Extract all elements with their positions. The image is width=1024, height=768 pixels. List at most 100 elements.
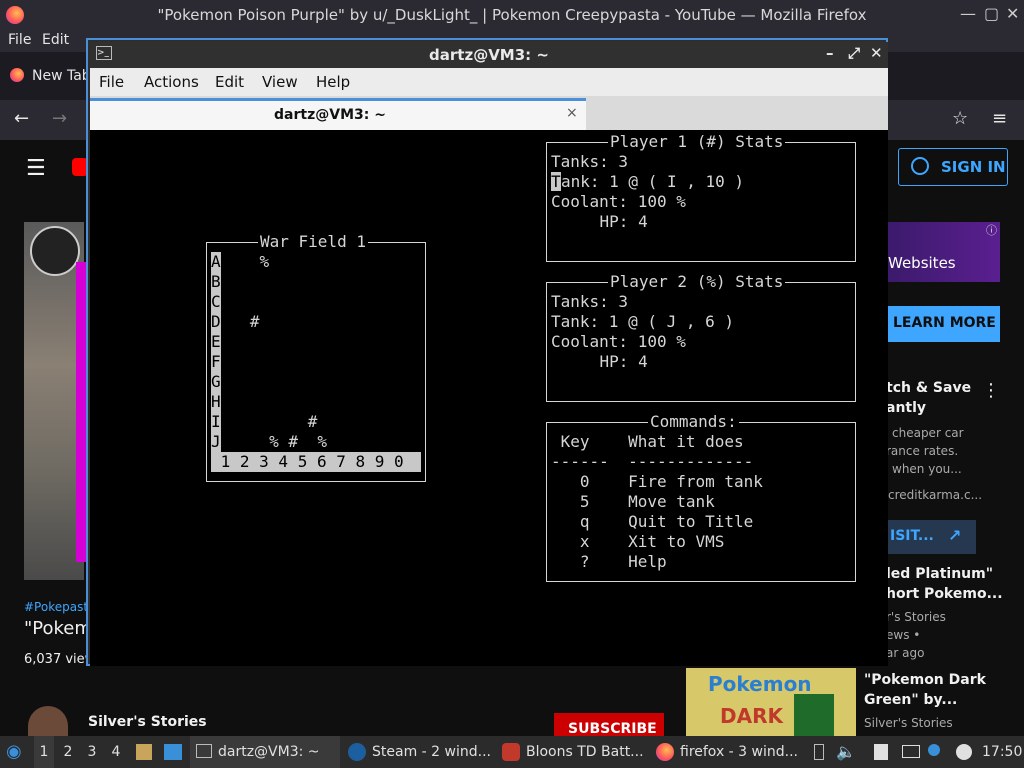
sign-in-button[interactable]: SIGN IN bbox=[898, 148, 1008, 186]
workspace-2[interactable]: 2 bbox=[58, 736, 78, 768]
terminal-menu-edit[interactable]: Edit bbox=[215, 73, 244, 91]
volume-icon[interactable]: 🔈 bbox=[836, 736, 856, 768]
terminal-menu-view[interactable]: View bbox=[262, 73, 298, 91]
workspace-1[interactable]: 1 bbox=[34, 736, 54, 768]
rec2-channel: Silver's Stories bbox=[864, 716, 953, 730]
learn-more-label: LEARN MORE bbox=[893, 315, 996, 331]
war-field-row-label: G bbox=[211, 372, 221, 391]
player2-stats-title: Player 2 (%) Stats bbox=[608, 272, 786, 291]
player1-coolant: Coolant: 100 % bbox=[551, 192, 686, 211]
menu-file[interactable]: File bbox=[8, 32, 31, 48]
player1-hp: HP: 4 bbox=[561, 212, 648, 231]
file-manager-icon[interactable] bbox=[136, 744, 152, 760]
back-icon[interactable]: ← bbox=[14, 108, 29, 129]
workspace-3[interactable]: 3 bbox=[82, 736, 102, 768]
terminal-tab[interactable]: dartz@VM3: ~ × bbox=[90, 98, 586, 130]
steam-icon bbox=[348, 743, 366, 761]
video-hashtag[interactable]: #Pokepasta bbox=[24, 600, 95, 614]
channel-watermark-icon bbox=[30, 226, 80, 276]
thumb-cartridge-image bbox=[794, 694, 834, 736]
war-field-row-label: E bbox=[211, 332, 221, 351]
war-field-column-labels: 1 2 3 4 5 6 7 8 9 0 bbox=[211, 452, 404, 471]
bookmark-star-icon[interactable]: ☆ bbox=[952, 108, 968, 129]
rec1-age: ar ago bbox=[886, 646, 925, 660]
command-item: ? Help bbox=[551, 552, 667, 571]
clock[interactable]: 17:50 bbox=[982, 736, 1022, 768]
player1-tank: ank: 1 @ ( I , 10 ) bbox=[561, 172, 745, 191]
account-icon bbox=[911, 157, 929, 175]
sign-in-label: SIGN IN bbox=[941, 158, 1006, 176]
rec2-title-line1[interactable]: "Pokemon Dark bbox=[864, 672, 986, 688]
display-icon[interactable] bbox=[902, 745, 920, 758]
ad-title-line1: tch & Save bbox=[886, 380, 972, 396]
command-item: 5 Move tank bbox=[551, 492, 715, 511]
terminal-menu-help[interactable]: Help bbox=[316, 73, 350, 91]
external-link-icon: ↗ bbox=[948, 526, 962, 545]
menu-edit[interactable]: Edit bbox=[42, 32, 69, 48]
commands-title: Commands: bbox=[648, 412, 739, 431]
war-field-row-label: I bbox=[211, 412, 221, 431]
task-steam[interactable]: Steam - 2 wind... bbox=[344, 736, 494, 768]
workspace-4[interactable]: 4 bbox=[106, 736, 126, 768]
war-field-row-content: % bbox=[221, 252, 270, 271]
battery-icon[interactable] bbox=[814, 744, 824, 760]
task-steam-label: Steam - 2 wind... bbox=[372, 744, 491, 760]
task-firefox[interactable]: firefox - 3 wind... bbox=[652, 736, 802, 768]
terminal-screen[interactable]: War Field 1 A B C D E F G H I J % # # % … bbox=[90, 130, 888, 666]
rec1-title-line2[interactable]: hort Pokemo... bbox=[886, 586, 1003, 602]
task-terminal[interactable]: dartz@VM3: ~ bbox=[190, 736, 340, 768]
terminal-menu-actions[interactable]: Actions bbox=[144, 73, 199, 91]
terminal-close-icon[interactable]: ✕ bbox=[870, 44, 883, 62]
rec2-thumbnail[interactable]: Pokemon DARK bbox=[686, 668, 856, 738]
show-desktop-icon[interactable] bbox=[164, 744, 182, 760]
guide-menu-icon[interactable]: ☰ bbox=[26, 156, 46, 181]
commands-header: Key What it does bbox=[551, 432, 744, 451]
start-menu-icon[interactable]: ◉ bbox=[6, 736, 26, 768]
war-field-row-label: D bbox=[211, 312, 221, 331]
player2-tanks: Tanks: 3 bbox=[551, 292, 629, 311]
channel-avatar[interactable] bbox=[28, 706, 68, 736]
visit-site-button[interactable]: ISIT... ↗ bbox=[886, 520, 976, 554]
minimize-icon[interactable]: — bbox=[960, 4, 976, 23]
hamburger-menu-icon[interactable]: ≡ bbox=[992, 108, 1007, 129]
tab-new-tab[interactable]: New Tab bbox=[32, 68, 91, 84]
close-icon[interactable]: ✕ bbox=[1006, 4, 1019, 23]
visit-label: ISIT... bbox=[890, 528, 934, 544]
terminal-cursor: T bbox=[551, 172, 561, 191]
channel-name[interactable]: Silver's Stories bbox=[88, 714, 207, 730]
tab-favicon-icon bbox=[10, 68, 24, 82]
ad-title-line2: antly bbox=[886, 400, 927, 416]
notification-icon[interactable] bbox=[928, 744, 940, 756]
ad-desc-line3: when you... bbox=[892, 462, 962, 476]
rec2-title-line2[interactable]: Green" by... bbox=[864, 692, 957, 708]
terminal-title-bar[interactable]: >_ dartz@VM3: ~ – ⤢ ✕ bbox=[90, 42, 888, 68]
war-field-row-content: # bbox=[221, 312, 260, 331]
video-title: "Pokem bbox=[24, 618, 92, 639]
ad-info-icon[interactable]: ⓘ bbox=[986, 222, 997, 238]
command-item: 0 Fire from tank bbox=[551, 472, 763, 491]
war-field-row-label: B bbox=[211, 272, 221, 291]
clipboard-icon[interactable] bbox=[874, 744, 888, 760]
maximize-icon[interactable]: ▢ bbox=[984, 4, 999, 23]
steam-tray-icon[interactable] bbox=[956, 744, 972, 760]
tab-close-icon[interactable]: × bbox=[566, 105, 578, 121]
ad-banner[interactable]: Websites ⓘ bbox=[886, 222, 1000, 282]
subscribe-label: SUBSCRIBE bbox=[568, 721, 657, 737]
terminal-minimize-icon[interactable]: – bbox=[826, 44, 834, 62]
war-field-row-label: A bbox=[211, 252, 221, 271]
war-field-row-content: # bbox=[221, 412, 318, 431]
task-bloons[interactable]: Bloons TD Batt... bbox=[498, 736, 648, 768]
terminal-maximize-icon[interactable]: ⤢ bbox=[848, 44, 860, 62]
rec1-title-line1[interactable]: led Platinum" bbox=[886, 566, 993, 582]
war-field-row-label: F bbox=[211, 352, 221, 371]
taskbar: ◉ 1 2 3 4 dartz@VM3: ~ Steam - 2 wind...… bbox=[0, 736, 1024, 768]
task-bloons-label: Bloons TD Batt... bbox=[526, 744, 644, 760]
terminal-menu-bar: File Actions Edit View Help bbox=[90, 68, 888, 96]
forward-icon[interactable]: → bbox=[52, 108, 67, 129]
terminal-tab-title: dartz@VM3: ~ bbox=[274, 107, 386, 123]
video-player[interactable] bbox=[24, 222, 86, 580]
more-options-icon[interactable]: ⋮ bbox=[982, 380, 1000, 401]
war-field-row-label: H bbox=[211, 392, 221, 411]
learn-more-button[interactable]: LEARN MORE bbox=[886, 306, 1000, 342]
terminal-menu-file[interactable]: File bbox=[99, 73, 124, 91]
